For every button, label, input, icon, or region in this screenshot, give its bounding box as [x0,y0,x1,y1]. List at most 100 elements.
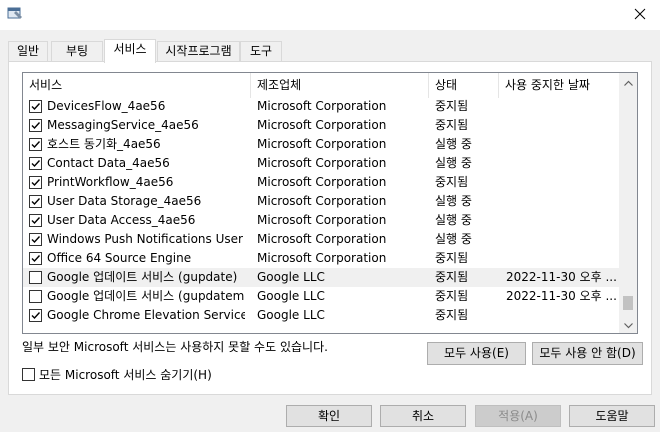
cell-date [506,97,618,116]
cell-date [506,306,618,325]
service-checkbox[interactable] [29,214,42,227]
service-checkbox[interactable] [29,100,42,113]
enable-all-button[interactable]: 모두 사용(E) [427,342,526,365]
service-checkbox[interactable] [29,271,42,284]
cell-status: 중지됨 [435,118,469,132]
column-header-date-disabled[interactable]: 사용 중지한 날짜 [499,73,619,98]
cell-service: User Data Storage_4ae56 [47,194,202,208]
table-row[interactable]: PrintWorkflow_4ae56 Microsoft Corporation… [23,173,619,192]
cell-date [506,135,618,154]
cell-service: DevicesFlow_4ae56 [47,99,166,113]
table-row[interactable]: User Data Storage_4ae56 Microsoft Corpora… [23,192,619,211]
tab-boot[interactable]: 부팅 [51,41,103,61]
cancel-button[interactable]: 취소 [380,405,466,427]
cell-date: 2022-11-30 오후 ... [506,289,617,303]
table-row[interactable]: Windows Push Notifications User S... Micr… [23,230,619,249]
hide-microsoft-services-checkbox[interactable] [22,368,35,381]
cell-manufacturer: Microsoft Corporation [257,137,387,151]
cell-status: 실행 중 [435,232,472,246]
help-button[interactable]: 도움말 [569,405,655,427]
service-checkbox[interactable] [29,119,42,132]
service-checkbox[interactable] [29,233,42,246]
cell-date [506,192,618,211]
service-checkbox[interactable] [29,195,42,208]
cell-manufacturer: Microsoft Corporation [257,194,387,208]
cell-service: Google 업데이트 서비스 (gupdate) [47,270,238,284]
tab-services[interactable]: 서비스 [104,39,156,63]
table-row[interactable]: User Data Access_4ae56 Microsoft Corporat… [23,211,619,230]
close-icon [634,8,646,23]
table-row[interactable]: Google Chrome Elevation Service (... Goog… [23,306,619,325]
cell-service: 호스트 동기화_4ae56 [47,137,161,151]
table-row[interactable]: Contact Data_4ae56 Microsoft Corporation 실… [23,154,619,173]
close-button[interactable] [620,0,660,30]
disable-all-button[interactable]: 모두 사용 안 함(D) [532,342,643,365]
chevron-down-icon [623,318,633,332]
service-checkbox[interactable] [29,138,42,151]
cell-manufacturer: Google LLC [257,270,325,284]
title-bar [0,0,660,30]
cell-manufacturer: Microsoft Corporation [257,99,387,113]
cell-status: 중지됨 [435,270,469,284]
table-row[interactable]: DevicesFlow_4ae56 Microsoft Corporation 중지… [23,97,619,116]
service-checkbox[interactable] [29,290,42,303]
cell-status: 실행 중 [435,156,472,170]
cell-date: 2022-11-30 오후 ... [506,270,617,284]
hide-microsoft-services-label: 모든 Microsoft 서비스 숨기기(H) [39,368,212,382]
cell-status: 중지됨 [435,289,469,303]
table-row[interactable]: Google 업데이트 서비스 (gupdatem) Google LLC 중지됨 2… [23,287,619,306]
chevron-up-icon [623,75,633,89]
cell-status: 중지됨 [435,308,469,322]
service-checkbox[interactable] [29,176,42,189]
cell-service: PrintWorkflow_4ae56 [47,175,174,189]
cell-date [506,230,618,249]
cell-manufacturer: Microsoft Corporation [257,213,387,227]
table-row[interactable]: MessagingService_4ae56 Microsoft Corporat… [23,116,619,135]
cell-status: 실행 중 [435,213,472,227]
cell-service: User Data Access_4ae56 [47,213,196,227]
apply-button[interactable]: 적용(A) [475,405,561,427]
cell-service: Google Chrome Elevation Service (... [47,308,245,322]
service-checkbox[interactable] [29,252,42,265]
cell-status: 중지됨 [435,99,469,113]
cell-service: Office 64 Source Engine [47,251,192,265]
cell-date [506,154,618,173]
cell-service: MessagingService_4ae56 [47,118,199,132]
tab-startup[interactable]: 시작프로그램 [157,41,240,61]
column-header-manufacturer[interactable]: 제조업체 [251,73,429,98]
cell-status: 실행 중 [435,194,472,208]
tab-general[interactable]: 일반 [8,41,48,61]
cell-manufacturer: Microsoft Corporation [257,175,387,189]
table-row[interactable]: Google 업데이트 서비스 (gupdate) Google LLC 중지됨 20… [23,268,619,287]
column-header-status[interactable]: 상태 [429,73,499,98]
cell-manufacturer: Google LLC [257,308,325,322]
service-checkbox[interactable] [29,157,42,170]
table-row[interactable]: 호스트 동기화_4ae56 Microsoft Corporation 실행 중 [23,135,619,154]
cell-date [506,211,618,230]
service-checkbox[interactable] [29,309,42,322]
msconfig-icon [7,6,23,20]
cell-status: 중지됨 [435,175,469,189]
tab-tools[interactable]: 도구 [240,41,282,61]
cell-manufacturer: Microsoft Corporation [257,251,387,265]
services-list[interactable]: 서비스 제조업체 상태 사용 중지한 날짜 DevicesFlow_4ae56 M… [22,72,638,334]
ok-button[interactable]: 확인 [286,405,372,427]
cell-service: Windows Push Notifications User S... [47,232,245,246]
cell-manufacturer: Microsoft Corporation [257,118,387,132]
cell-date [506,173,618,192]
cell-manufacturer: Microsoft Corporation [257,232,387,246]
scroll-thumb[interactable] [623,296,633,310]
table-row[interactable]: Office 64 Source Engine Microsoft Corpora… [23,249,619,268]
scroll-down-button[interactable] [619,316,637,333]
cell-status: 실행 중 [435,137,472,151]
scroll-up-button[interactable] [619,73,637,90]
cell-date [506,116,618,135]
vertical-scrollbar[interactable] [619,73,637,333]
cell-manufacturer: Google LLC [257,289,325,303]
cell-date [506,249,618,268]
cell-manufacturer: Microsoft Corporation [257,156,387,170]
column-header-service[interactable]: 서비스 [23,73,251,98]
list-header: 서비스 제조업체 상태 사용 중지한 날짜 [23,73,619,98]
cell-service: Contact Data_4ae56 [47,156,170,170]
cell-status: 중지됨 [435,251,469,265]
